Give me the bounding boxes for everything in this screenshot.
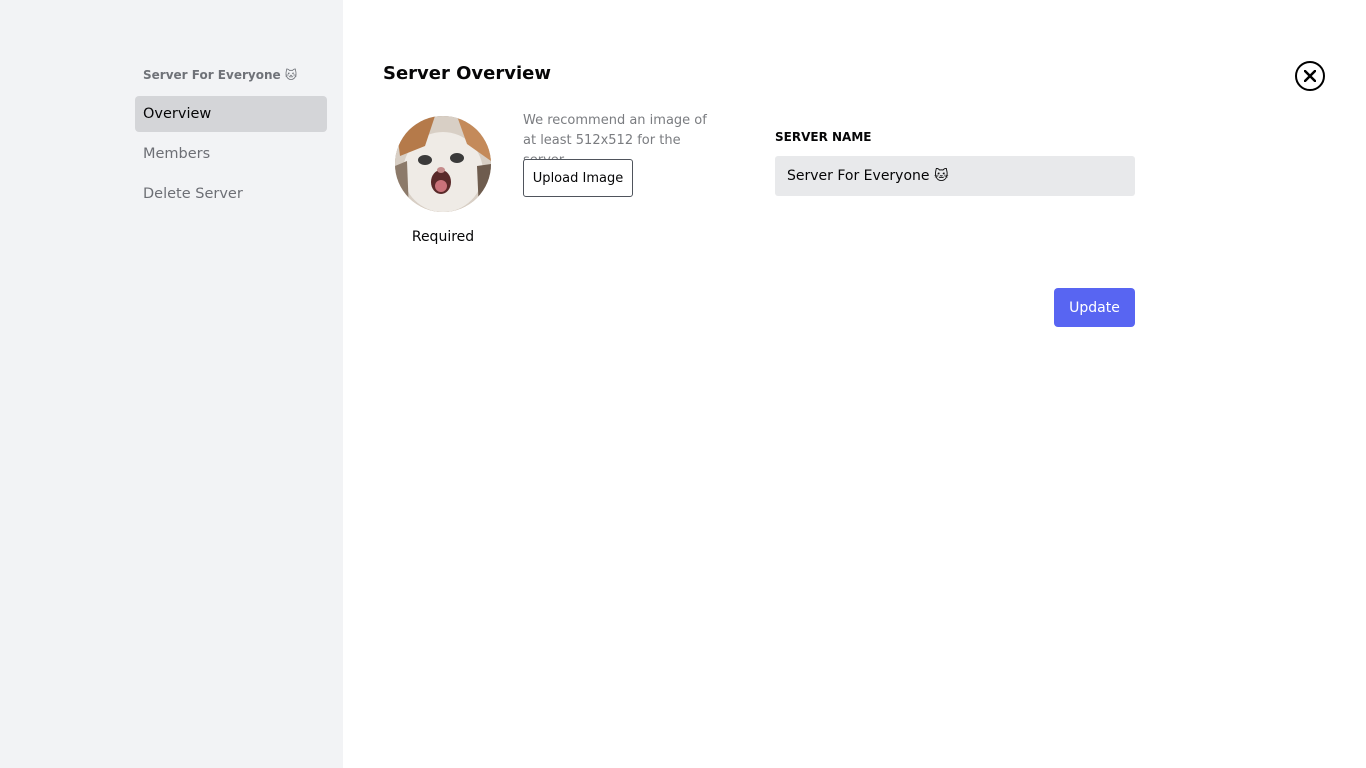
sidebar-item-delete-server[interactable]: Delete Server [135,176,327,212]
server-name-label: SERVER NAME [775,130,872,144]
server-name-input[interactable] [775,156,1135,196]
close-button[interactable] [1295,61,1325,91]
server-avatar[interactable] [395,116,491,212]
settings-main: Server Overview Required We recommend an… [343,0,1366,768]
cat-avatar-image [395,116,491,212]
upload-image-button[interactable]: Upload Image [523,159,633,197]
close-icon [1304,70,1316,82]
update-button[interactable]: Update [1054,288,1135,327]
sidebar-item-overview[interactable]: Overview [135,96,327,132]
settings-sidebar: Server For Everyone 🐱 Overview Members D… [0,0,343,768]
sidebar-item-members[interactable]: Members [135,136,327,172]
sidebar-server-name: Server For Everyone 🐱 [143,68,298,82]
page-title: Server Overview [383,63,551,84]
avatar-required-label: Required [411,229,475,245]
